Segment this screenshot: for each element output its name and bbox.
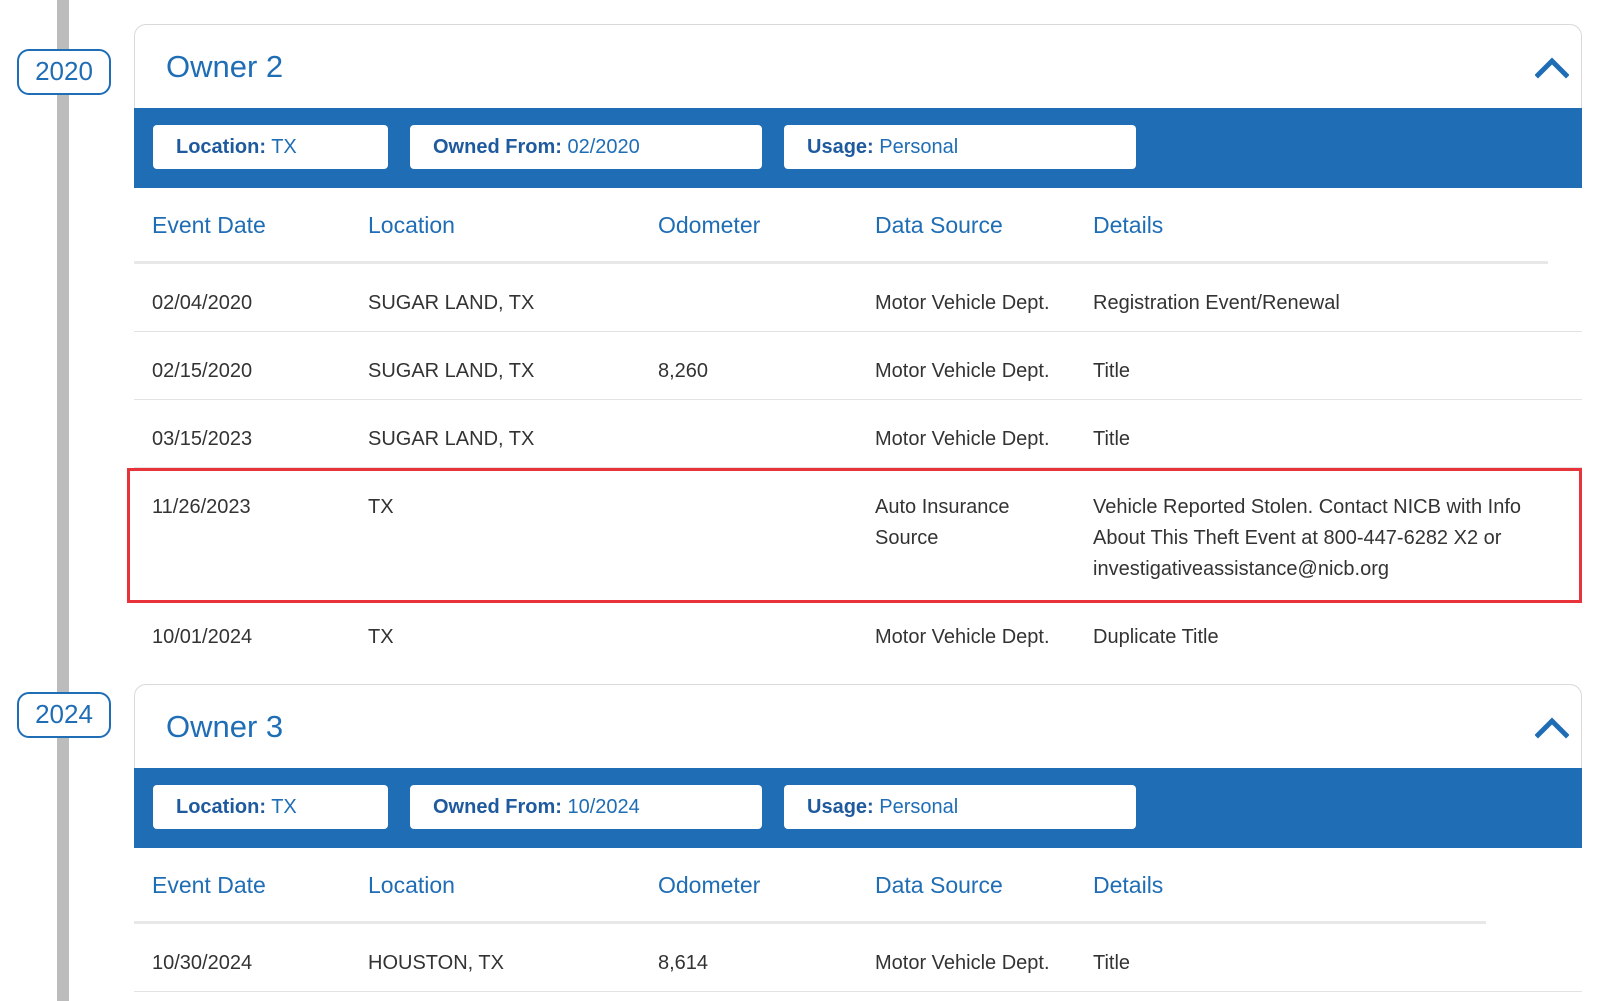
owner-title: Owner 3 (166, 709, 284, 744)
col-location: Location (368, 212, 455, 238)
year-badge-2024: 2024 (17, 692, 111, 738)
col-event-date: Event Date (152, 872, 266, 898)
usage-pill: Usage: Personal (784, 125, 1136, 169)
event-details: Vehicle Reported Stolen. Contact NICB wi… (1093, 496, 1522, 580)
usage-pill: Usage: Personal (784, 785, 1136, 829)
location-label: Location: (176, 796, 266, 818)
col-details: Details (1093, 872, 1164, 898)
owner-info-bar: Location: TX Owned From: 02/2020 Usage: … (134, 108, 1582, 188)
col-details: Details (1093, 212, 1164, 238)
owned-from-label: Owned From: (433, 796, 562, 818)
event-details: Title (1093, 428, 1131, 450)
event-location: SUGAR LAND, TX (368, 428, 535, 450)
event-details: Title (1093, 952, 1131, 974)
col-data-source: Data Source (875, 212, 1003, 238)
chevron-up-icon[interactable] (1535, 715, 1569, 739)
col-location: Location (368, 872, 455, 898)
event-date: 03/15/2023 (152, 428, 253, 450)
table-row: 02/15/2020 SUGAR LAND, TX 8,260 Motor Ve… (134, 332, 1582, 400)
event-location: TX (368, 496, 394, 518)
table-row: 10/30/2024 HOUSTON, TX 8,614 Motor Vehic… (134, 924, 1582, 992)
col-odometer: Odometer (658, 872, 761, 898)
location-value: TX (271, 136, 297, 158)
owner-header[interactable]: Owner 3 (134, 684, 1582, 768)
location-pill: Location: TX (153, 125, 388, 169)
owned-from-pill: Owned From: 02/2020 (410, 125, 762, 169)
table-row: 10/01/2024 TX Motor Vehicle Dept. Duplic… (134, 598, 1582, 666)
event-odometer: 8,260 (658, 360, 709, 382)
owned-from-pill: Owned From: 10/2024 (410, 785, 762, 829)
year-badge-2020: 2020 (17, 49, 111, 95)
event-source: Auto Insurance Source (875, 496, 1010, 549)
event-source: Motor Vehicle Dept. (875, 360, 1050, 382)
location-pill: Location: TX (153, 785, 388, 829)
owner-card-3: Owner 3 Location: TX Owned From: 10/2024… (134, 684, 1582, 992)
event-details: Title (1093, 360, 1131, 382)
owned-from-value: 10/2024 (567, 796, 640, 818)
owner-title: Owner 2 (166, 49, 284, 84)
event-details: Registration Event/Renewal (1093, 292, 1340, 314)
event-source: Motor Vehicle Dept. (875, 626, 1050, 648)
event-source: Motor Vehicle Dept. (875, 952, 1050, 974)
event-details: Duplicate Title (1093, 626, 1219, 648)
table-header: Event Date Location Odometer Data Source… (134, 188, 1548, 264)
table-row-highlighted: 11/26/2023 TX Auto Insurance Source Vehi… (134, 468, 1582, 598)
col-data-source: Data Source (875, 872, 1003, 898)
owner-card-2: Owner 2 Location: TX Owned From: 02/2020… (134, 24, 1582, 666)
timeline-line (57, 0, 69, 1001)
usage-label: Usage: (807, 136, 874, 158)
event-location: SUGAR LAND, TX (368, 360, 535, 382)
event-date: 02/15/2020 (152, 360, 253, 382)
event-location: SUGAR LAND, TX (368, 292, 535, 314)
event-date: 11/26/2023 (152, 496, 251, 518)
event-location: TX (368, 626, 394, 648)
location-value: TX (271, 796, 297, 818)
table-row: 02/04/2020 SUGAR LAND, TX Motor Vehicle … (134, 264, 1582, 332)
chevron-up-icon[interactable] (1535, 55, 1569, 79)
location-label: Location: (176, 136, 266, 158)
table-header: Event Date Location Odometer Data Source… (134, 848, 1486, 924)
event-date: 10/01/2024 (152, 626, 253, 648)
event-date: 02/04/2020 (152, 292, 253, 314)
event-source: Motor Vehicle Dept. (875, 428, 1050, 450)
usage-value: Personal (879, 796, 959, 818)
event-location: HOUSTON, TX (368, 952, 504, 974)
owner-info-bar: Location: TX Owned From: 10/2024 Usage: … (134, 768, 1582, 848)
event-odometer: 8,614 (658, 952, 709, 974)
owned-from-value: 02/2020 (567, 136, 640, 158)
owned-from-label: Owned From: (433, 136, 562, 158)
col-event-date: Event Date (152, 212, 266, 238)
event-date: 10/30/2024 (152, 952, 253, 974)
col-odometer: Odometer (658, 212, 761, 238)
usage-value: Personal (879, 136, 959, 158)
owner-header[interactable]: Owner 2 (134, 24, 1582, 108)
event-source: Motor Vehicle Dept. (875, 292, 1050, 314)
table-row: 03/15/2023 SUGAR LAND, TX Motor Vehicle … (134, 400, 1582, 468)
usage-label: Usage: (807, 796, 874, 818)
